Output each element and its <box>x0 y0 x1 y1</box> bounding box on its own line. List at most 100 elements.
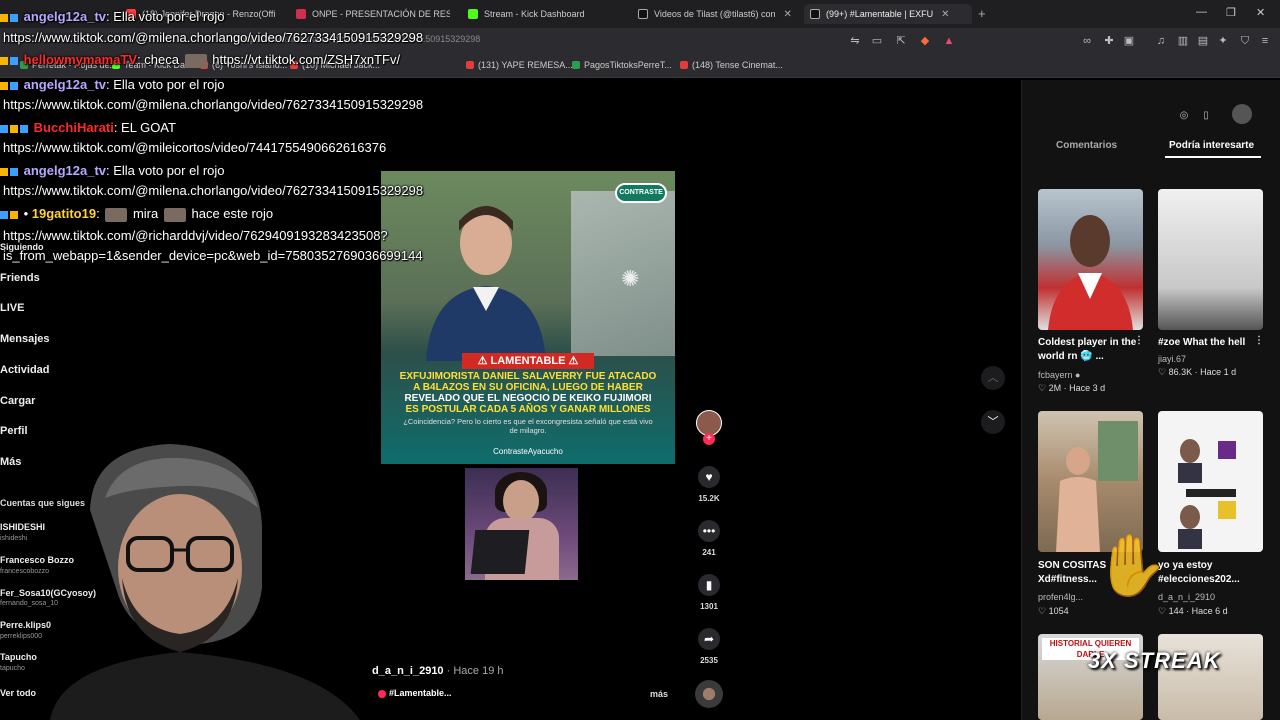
emote-icon <box>105 207 128 222</box>
chat-link[interactable]: https://www.tiktok.com/@milena.chorlango… <box>3 183 423 198</box>
recommended-thumbnail[interactable] <box>1038 189 1143 330</box>
video-headline: EXFUJIMORISTA DANIEL SALAVERRY FUE ATACA… <box>387 371 669 415</box>
browser-tab[interactable]: ONPE - PRESENTACIÓN DE RESULTA <box>290 4 450 24</box>
nav-friends[interactable]: Friends <box>0 272 40 284</box>
browser-tab-active[interactable]: (99+) #Lamentable | EXFU ✕ <box>804 4 972 24</box>
crown-badge-icon <box>0 13 8 22</box>
recommended-title[interactable]: #zoe What the hell <box>1158 336 1258 350</box>
video-player[interactable]: ✺ CONTRASTE ⚠ LAMENTABLE ⚠ EXFUJIMORISTA… <box>381 171 675 464</box>
recommended-author[interactable]: jiayi.67 <box>1158 354 1186 364</box>
share-button[interactable]: ➦ 2535 <box>697 628 721 665</box>
chat-username[interactable]: angelg12a_tv <box>24 9 106 24</box>
minimize-icon[interactable]: — <box>1196 6 1207 18</box>
contraste-logo: CONTRASTE <box>615 183 667 203</box>
gift-badge-icon <box>10 124 18 133</box>
comment-button[interactable]: ••• 241 <box>697 520 721 557</box>
music-disc-icon[interactable] <box>695 680 723 708</box>
recommended-thumbnail[interactable] <box>1158 189 1263 330</box>
author-name[interactable]: d_a_n_i_2910 <box>372 665 444 677</box>
rewards-icon[interactable]: ▲ <box>942 34 956 48</box>
tab-comments[interactable]: Comentarios <box>1056 140 1117 151</box>
phone-icon[interactable]: ▯ <box>1198 108 1214 124</box>
nav-more[interactable]: Más <box>0 456 21 468</box>
emote-icon <box>163 207 186 222</box>
chat-link[interactable]: https://vt.tiktok.com/ZSH7xnTFv/ <box>212 52 400 67</box>
tab-you-may-like[interactable]: Podría interesarte <box>1169 140 1254 151</box>
more-options-icon[interactable]: ⋮ <box>1254 335 1264 346</box>
following-account-handle: ishideshi <box>0 535 28 542</box>
bookmark-item[interactable]: PagosTiktoksPerreT... <box>572 60 672 70</box>
thumb-figure <box>1178 439 1236 549</box>
recommended-title[interactable]: Coldest player in the world rn 🥶 ... <box>1038 336 1138 364</box>
browser-tab[interactable]: Stream - Kick Dashboard <box>462 4 622 24</box>
more-options-icon[interactable]: ⋮ <box>1134 335 1144 346</box>
recommended-title[interactable]: yo ya estoy #elecciones202... <box>1158 559 1258 587</box>
video-caption[interactable]: #Lamentable... <box>378 688 452 698</box>
caption-hashtag[interactable]: #Lamentable... <box>389 688 452 698</box>
chat-link[interactable]: https://www.tiktok.com/@milena.chorlango… <box>3 30 423 45</box>
recommended-author[interactable]: profen4lg... <box>1038 592 1083 602</box>
profile-avatar[interactable] <box>1232 104 1252 124</box>
maximize-icon[interactable]: ❐ <box>1226 6 1236 19</box>
heart-icon: ♥ <box>698 466 720 488</box>
chat-username[interactable]: 19gatito19 <box>32 206 96 221</box>
bookmark-label: (148) Tense Cinemat... <box>692 60 783 70</box>
sidebar-toggle-icon[interactable]: ▥ <box>1176 34 1190 48</box>
nav-upload[interactable]: Cargar <box>0 395 35 407</box>
chevron-up-icon[interactable]: ︿ <box>981 366 1005 390</box>
chat-link[interactable]: https://www.tiktok.com/@milena.chorlango… <box>3 97 423 112</box>
new-tab-icon[interactable]: + <box>978 6 986 21</box>
extensions-icon[interactable]: ✚ <box>1102 34 1116 48</box>
wallet-icon[interactable]: ▣ <box>1122 34 1136 48</box>
like-button[interactable]: ♥ 15.2K <box>697 466 721 503</box>
leo-ai-icon[interactable]: ✦ <box>1216 34 1230 48</box>
close-tab-icon[interactable]: ✕ <box>784 9 792 20</box>
recommended-thumbnail[interactable] <box>1158 411 1263 552</box>
preview-thumbnail[interactable] <box>465 468 578 580</box>
thumb-figure <box>1048 215 1133 330</box>
vpn-icon[interactable]: ∞ <box>1080 34 1094 48</box>
follow-plus-icon[interactable]: + <box>703 433 715 445</box>
bookmark-item[interactable]: (148) Tense Cinemat... <box>680 60 783 70</box>
sub-badge-icon <box>10 167 18 176</box>
chat-link[interactable]: https://www.tiktok.com/@richarddvj/video… <box>3 228 388 243</box>
recommended-author[interactable]: fcbayern ● <box>1038 370 1080 380</box>
more-button[interactable]: más <box>650 689 668 699</box>
close-window-icon[interactable]: ✕ <box>1256 6 1265 19</box>
nav-messages[interactable]: Mensajes <box>0 333 50 345</box>
share-icon[interactable]: ⇱ <box>894 34 908 48</box>
close-tab-icon[interactable]: ✕ <box>941 9 949 20</box>
active-tab-indicator <box>1165 156 1261 158</box>
media-icon[interactable]: ♫ <box>1154 34 1168 48</box>
chat-username[interactable]: BucchiHarati <box>34 120 114 135</box>
chat-username[interactable]: angelg12a_tv <box>24 163 106 178</box>
share-arrow-icon: ➦ <box>698 628 720 650</box>
sheets-icon <box>572 61 580 69</box>
nav-profile[interactable]: Perfil <box>0 425 28 437</box>
tab-search-icon[interactable]: ▤ <box>1196 34 1210 48</box>
nav-live[interactable]: LIVE <box>0 302 24 314</box>
menu-icon[interactable]: ≡ <box>1258 34 1272 48</box>
save-button[interactable]: ▮ 1301 <box>697 574 721 611</box>
browser-tab[interactable]: Videos de Tilast (@tilast6) con ✕ <box>632 4 798 24</box>
shield-icon[interactable]: ⛉ <box>1238 34 1252 48</box>
chat-link[interactable]: https://www.tiktok.com/@mileicortos/vide… <box>3 140 386 155</box>
recommended-thumbnail[interactable]: HISTORIAL QUIEREN DARLE <box>1038 634 1143 720</box>
save-count: 1301 <box>700 602 718 611</box>
reader-icon[interactable]: ⇋ <box>848 34 862 48</box>
like-count: ♡ 1054 <box>1038 606 1069 616</box>
nav-activity[interactable]: Actividad <box>0 364 50 376</box>
tab-label: (99+) #Lamentable | EXFU <box>826 9 934 19</box>
chevron-down-icon[interactable]: ﹀ <box>981 410 1005 434</box>
chat-link[interactable]: is_from_webapp=1&sender_device=pc&web_id… <box>3 248 423 263</box>
gift-badge-icon <box>10 210 18 219</box>
brave-shield-icon[interactable]: ◆ <box>918 34 932 48</box>
cast-icon[interactable]: ▭ <box>870 34 884 48</box>
bookmark-item[interactable]: (131) YAPE REMESA... <box>466 60 573 70</box>
recommended-thumbnail[interactable] <box>1158 634 1263 720</box>
lens-icon[interactable]: ◎ <box>1176 108 1192 124</box>
headline-line: A B4LAZOS EN SU OFICINA, LUEGO DE HABER <box>413 382 643 393</box>
chat-username[interactable]: angelg12a_tv <box>24 77 106 92</box>
video-author[interactable]: d_a_n_i_2910 · Hace 19 h <box>372 665 504 677</box>
chat-username[interactable]: hellowmymamaTV <box>24 52 137 67</box>
